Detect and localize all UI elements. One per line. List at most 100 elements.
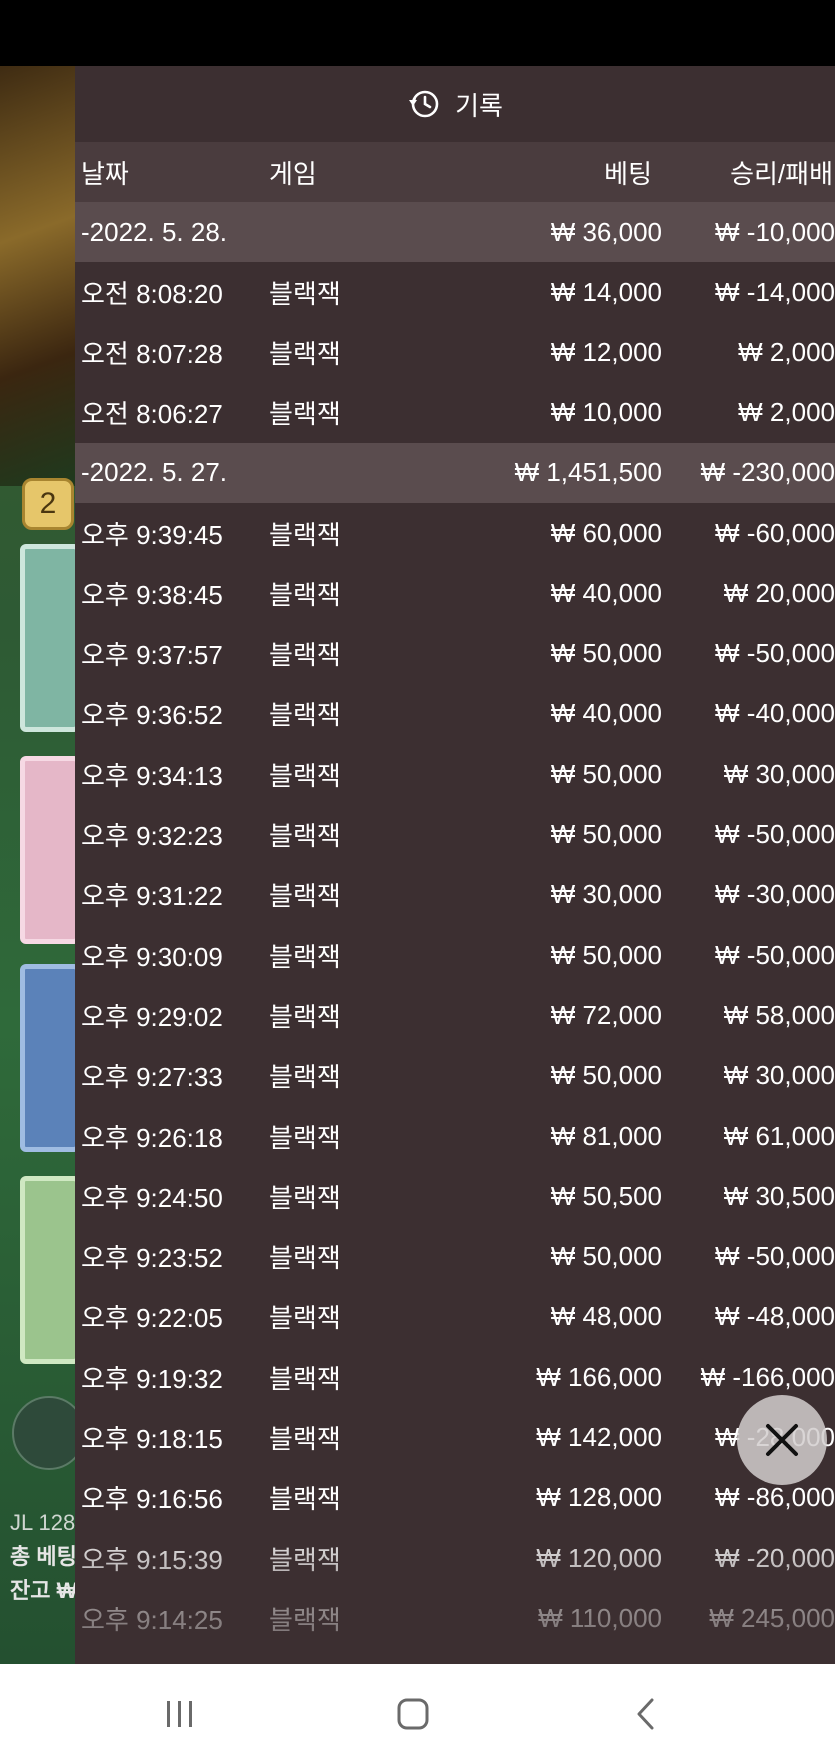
- history-row[interactable]: 오후 9:24:50 블랙잭 ₩ 50,500 ₩ 30,500: [75, 1166, 835, 1226]
- history-row[interactable]: 오후 9:31:22 블랙잭 ₩ 30,000 ₩ -30,000: [75, 865, 835, 925]
- history-row[interactable]: 오후 9:34:13 블랙잭 ₩ 50,000 ₩ 30,000: [75, 744, 835, 804]
- history-row[interactable]: 오후 9:37:57 블랙잭 ₩ 50,000 ₩ -50,000: [75, 623, 835, 683]
- row-game: 블랙잭: [269, 519, 341, 550]
- group-date: -2022. 5. 27.: [81, 457, 227, 488]
- row-time: 오전 8:08:20: [81, 278, 223, 309]
- row-game: 블랙잭: [269, 640, 341, 671]
- history-row[interactable]: 오전 8:08:20 블랙잭 ₩ 14,000 ₩ -14,000: [75, 262, 835, 322]
- side-bet-card-3[interactable]: [20, 964, 80, 1152]
- row-time: 오후 9:15:39: [81, 1544, 223, 1575]
- row-time: 오전 8:07:28: [81, 338, 223, 369]
- side-bet-card-4[interactable]: [20, 1176, 80, 1364]
- level-badge-text: 2: [39, 487, 57, 520]
- row-bet: ₩ 50,000: [550, 1241, 662, 1272]
- row-result: ₩ -60,000: [715, 517, 835, 548]
- history-row[interactable]: 오후 9:39:45 블랙잭 ₩ 60,000 ₩ -60,000: [75, 503, 835, 563]
- history-row[interactable]: 오후 9:26:18 블랙잭 ₩ 81,000 ₩ 61,000: [75, 1106, 835, 1166]
- history-row[interactable]: 오후 9:18:15블랙잭₩ 142,000₩ -28,000: [75, 1407, 835, 1467]
- recents-button[interactable]: [120, 1664, 240, 1763]
- row-time: 오후 9:14:25: [81, 1604, 223, 1635]
- date-group-row[interactable]: -2022. 5. 27. ₩ 1,451,500 ₩ -230,000: [75, 442, 835, 503]
- side-bet-card-1[interactable]: [20, 544, 80, 732]
- navigation-bar: [0, 1664, 835, 1763]
- row-time: 오후 9:30:09: [81, 941, 223, 972]
- screen: 2 JL 128 총 베팅 잔고 ₩ 기록 날짜 게임 베팅 승리/패배 -20…: [0, 0, 835, 1763]
- history-row[interactable]: 오후 9:27:33 블랙잭 ₩ 50,000 ₩ 30,000: [75, 1046, 835, 1106]
- row-game: 블랙잭: [269, 821, 341, 852]
- row-bet: ₩ 12,000: [550, 336, 662, 367]
- row-game: 블랙잭: [269, 760, 341, 791]
- history-row[interactable]: 오전 8:06:27 블랙잭 ₩ 10,000 ₩ 2,000: [75, 383, 835, 443]
- group-date: -2022. 5. 28.: [81, 216, 227, 247]
- group-result-total: ₩ -230,000: [700, 457, 835, 488]
- row-game: 블랙잭: [269, 1001, 341, 1032]
- row-time: 오후 9:31:22: [81, 881, 223, 912]
- home-button[interactable]: [353, 1664, 473, 1763]
- row-result: ₩ 20,000: [723, 577, 835, 608]
- row-result: ₩ 30,000: [723, 758, 835, 789]
- history-row[interactable]: 오후 9:38:45 블랙잭 ₩ 40,000 ₩ 20,000: [75, 563, 835, 623]
- status-bar: [0, 0, 835, 66]
- row-bet: ₩ 142,000: [536, 1421, 662, 1452]
- row-game: 블랙잭: [269, 1182, 341, 1213]
- row-result: ₩ -50,000: [715, 1241, 835, 1272]
- group-bet-total: ₩ 1,451,500: [514, 457, 662, 488]
- row-game: 블랙잭: [269, 881, 341, 912]
- row-bet: ₩ 50,000: [550, 1060, 662, 1091]
- history-row[interactable]: 오후 9:32:23 블랙잭 ₩ 50,000 ₩ -50,000: [75, 804, 835, 864]
- history-row[interactable]: 오후 9:14:25 블랙잭 ₩ 110,000 ₩ 245,000: [75, 1588, 835, 1648]
- row-bet: ₩ 10,000: [550, 397, 662, 428]
- history-row[interactable]: 오후 9:16:56 블랙잭 ₩ 128,000 ₩ -86,000: [75, 1468, 835, 1528]
- row-game: 블랙잭: [269, 1544, 341, 1575]
- row-bet: ₩ 120,000: [536, 1542, 662, 1573]
- panel-header: 기록: [75, 66, 835, 142]
- group-bet-total: ₩ 36,000: [550, 216, 662, 247]
- row-game: 블랙잭: [269, 1243, 341, 1274]
- row-game: 블랙잭: [269, 278, 341, 309]
- history-row[interactable]: 오후 9:36:52 블랙잭 ₩ 40,000 ₩ -40,000: [75, 684, 835, 744]
- col-header-bet[interactable]: 베팅: [604, 142, 652, 202]
- history-row[interactable]: 오전 8:07:28 블랙잭 ₩ 12,000 ₩ 2,000: [75, 322, 835, 382]
- row-bet: ₩ 48,000: [550, 1301, 662, 1332]
- row-result: ₩ 245,000: [709, 1602, 835, 1633]
- row-bet: ₩ 72,000: [550, 999, 662, 1030]
- col-header-result[interactable]: 승리/패배: [730, 142, 833, 202]
- history-row[interactable]: 오후 9:23:52 블랙잭 ₩ 50,000 ₩ -50,000: [75, 1226, 835, 1286]
- row-game: 블랙잭: [269, 579, 341, 610]
- row-time: 오후 9:37:57: [81, 640, 223, 671]
- row-game: 블랙잭: [269, 1303, 341, 1334]
- row-game: 블랙잭: [269, 1423, 341, 1454]
- side-bet-card-2[interactable]: [20, 756, 80, 944]
- row-time: 오후 9:16:56: [81, 1484, 223, 1515]
- row-bet: ₩ 110,000: [538, 1602, 662, 1633]
- row-game: 블랙잭: [269, 399, 341, 430]
- row-bet: ₩ 14,000: [550, 276, 662, 307]
- row-game: 블랙잭: [269, 700, 341, 731]
- row-bet: ₩ 128,000: [536, 1482, 662, 1513]
- history-row[interactable]: 오후 9:15:39 블랙잭 ₩ 120,000 ₩ -20,000: [75, 1528, 835, 1588]
- history-row[interactable]: 오후 9:30:09 블랙잭 ₩ 50,000 ₩ -50,000: [75, 925, 835, 985]
- history-row[interactable]: 오후 9:22:05 블랙잭 ₩ 48,000 ₩ -48,000: [75, 1287, 835, 1347]
- recents-icon: [167, 1700, 192, 1727]
- back-button[interactable]: [586, 1664, 706, 1763]
- level-badge: 2: [22, 478, 74, 530]
- close-button[interactable]: [737, 1395, 827, 1485]
- row-result: ₩ 61,000: [723, 1120, 835, 1151]
- close-icon: [766, 1424, 798, 1456]
- home-icon: [397, 1698, 429, 1729]
- col-header-date[interactable]: 날짜: [81, 142, 129, 202]
- row-time: 오후 9:27:33: [81, 1062, 223, 1093]
- game-logo-arc: [0, 66, 80, 486]
- row-result: ₩ 30,500: [723, 1180, 835, 1211]
- row-bet: ₩ 166,000: [536, 1361, 662, 1392]
- row-bet: ₩ 60,000: [550, 517, 662, 548]
- row-game: 블랙잭: [269, 941, 341, 972]
- row-bet: ₩ 50,000: [550, 939, 662, 970]
- col-header-game[interactable]: 게임: [269, 142, 317, 202]
- history-row[interactable]: 오후 9:29:02 블랙잭 ₩ 72,000 ₩ 58,000: [75, 985, 835, 1045]
- row-game: 블랙잭: [269, 1062, 341, 1093]
- history-row[interactable]: 오후 9:19:32 블랙잭 ₩ 166,000 ₩ -166,000: [75, 1347, 835, 1407]
- back-icon: [637, 1698, 654, 1729]
- row-bet: ₩ 81,000: [550, 1120, 662, 1151]
- date-group-row[interactable]: -2022. 5. 28. ₩ 36,000 ₩ -10,000: [75, 202, 835, 262]
